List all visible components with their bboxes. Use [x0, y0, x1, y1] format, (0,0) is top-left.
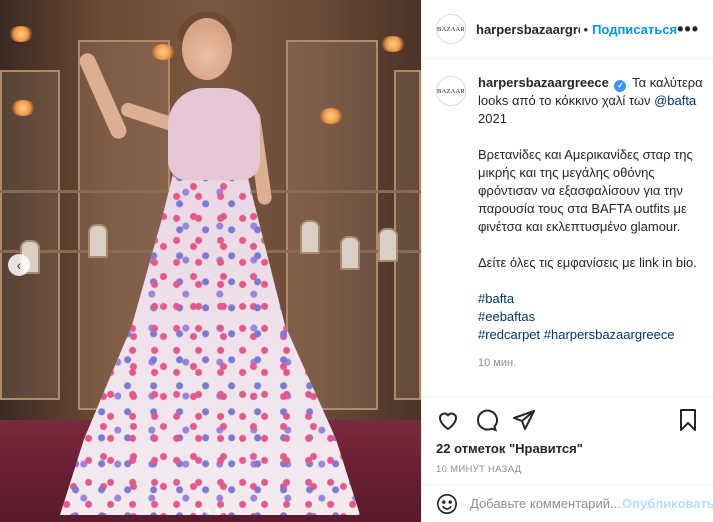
carousel-prev-button[interactable]: ‹	[8, 254, 30, 276]
photo-chair	[378, 228, 398, 262]
hashtag-list: #bafta #eebaftas #redcarpet #harpersbaza…	[478, 290, 706, 344]
post-timestamp: 10 МИНУТ НАЗАД	[436, 464, 522, 475]
heart-icon[interactable]	[436, 408, 460, 432]
post-header: BAZAAR harpersbazaargreece • Подписаться…	[422, 0, 713, 59]
photo-window	[394, 70, 421, 400]
chevron-left-icon: ‹	[16, 257, 22, 273]
caption-paragraph: Δείτε όλες τις εμφανίσεις με link in bio…	[478, 255, 697, 270]
caption-username[interactable]: harpersbazaargreece	[478, 75, 609, 90]
photo-lamp	[8, 26, 34, 42]
header-username[interactable]: harpersbazaargreece	[476, 22, 580, 37]
publish-button[interactable]: Опубликовать	[622, 496, 713, 511]
photo-head	[182, 18, 232, 80]
photo-window	[0, 70, 60, 400]
share-icon[interactable]	[512, 408, 536, 432]
avatar[interactable]: BAZAAR	[436, 76, 466, 106]
header-separator: •	[583, 21, 589, 37]
photo-bodice	[168, 88, 260, 180]
action-icons	[436, 407, 700, 433]
post-photo[interactable]: ‹	[0, 0, 421, 522]
photo-lamp	[318, 108, 344, 124]
photo-lamp	[10, 100, 36, 116]
more-options-icon[interactable]: •••	[677, 19, 699, 40]
emoji-icon[interactable]	[436, 493, 458, 515]
caption-text: 2021	[478, 111, 507, 126]
carousel-dot	[195, 509, 201, 515]
hashtag-link[interactable]: #eebaftas	[478, 309, 535, 324]
carousel-dots	[195, 509, 221, 515]
photo-lamp	[380, 36, 406, 52]
photo-chair	[340, 236, 360, 270]
photo-lamp	[150, 44, 176, 60]
verified-badge-icon: ✓	[614, 80, 627, 92]
hashtag-link[interactable]: #bafta	[478, 291, 514, 306]
caption-body: harpersbazaargreece ✓ Τα καλύτερα looks …	[478, 74, 706, 372]
post-actions: 22 отметок "Нравится" 10 МИНУТ НАЗАД	[422, 396, 713, 475]
avatar[interactable]: BAZAAR	[436, 14, 466, 44]
caption-first-paragraph: harpersbazaargreece ✓ Τα καλύτερα looks …	[478, 74, 706, 128]
caption-paragraph: Βρετανίδες και Αμερικανίδες σταρ της μικ…	[478, 147, 693, 234]
likes-count[interactable]: 22 отметок "Нравится"	[436, 441, 700, 456]
photo-chair	[300, 220, 320, 254]
post-caption: BAZAAR harpersbazaargreece ✓ Τα καλύτερα…	[436, 74, 706, 372]
hashtag-link[interactable]: #harpersbazaargreece	[544, 327, 675, 342]
bookmark-icon[interactable]	[676, 408, 700, 432]
carousel-dot	[205, 509, 211, 515]
hashtag-link[interactable]: #redcarpet	[478, 327, 540, 342]
comment-icon[interactable]	[474, 408, 498, 432]
comment-input[interactable]	[470, 496, 620, 511]
caption-timestamp: 10 мин.	[478, 357, 517, 369]
carousel-dot	[215, 509, 221, 515]
mention-link[interactable]: @bafta	[654, 93, 696, 108]
comment-bar: Опубликовать	[422, 484, 713, 522]
photo-chair	[88, 224, 108, 258]
follow-button[interactable]: Подписаться	[592, 22, 677, 37]
post-sidebar: BAZAAR harpersbazaargreece • Подписаться…	[421, 0, 713, 522]
